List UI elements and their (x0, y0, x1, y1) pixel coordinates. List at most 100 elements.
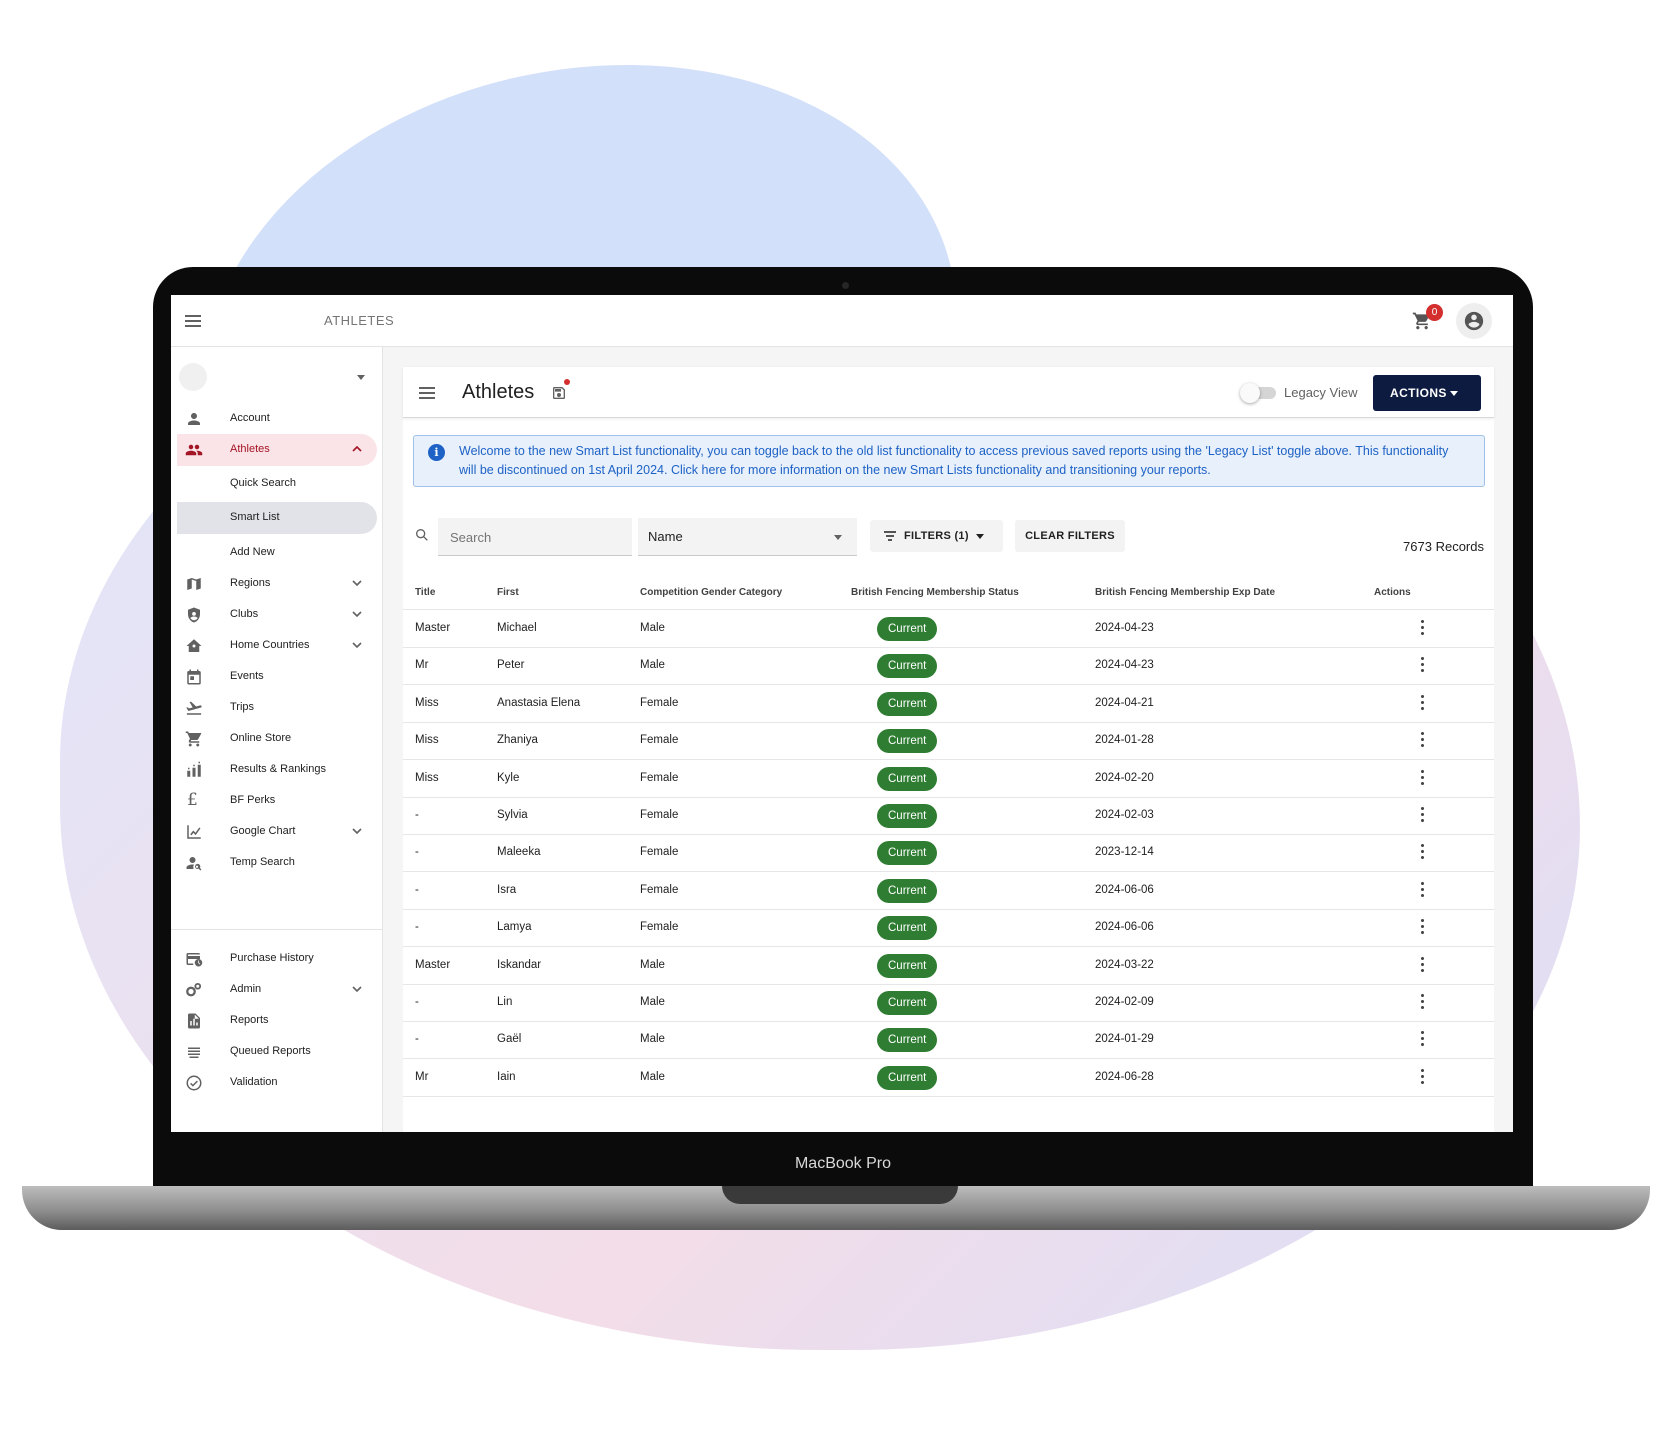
column-header-membership-status[interactable]: British Fencing Membership Status (851, 587, 1019, 598)
more-vert-icon[interactable] (1421, 1068, 1425, 1085)
sidebar-item-add-new[interactable]: Add New (177, 537, 377, 569)
user-menu-button[interactable] (1456, 303, 1492, 339)
chevron-down-icon[interactable] (357, 375, 365, 380)
status-badge: Current (877, 841, 938, 866)
column-header-membership-exp-date[interactable]: British Fencing Membership Exp Date (1095, 587, 1275, 598)
more-vert-icon[interactable] (1421, 694, 1425, 711)
search-field[interactable] (438, 518, 632, 556)
sidebar-item-account[interactable]: Account (177, 403, 377, 435)
table-row[interactable]: Master Michael Male Current 2024-04-23 (403, 610, 1494, 648)
more-vert-icon[interactable] (1421, 844, 1425, 860)
sidebar-item-temp-search[interactable]: Temp Search (177, 847, 377, 879)
table-row[interactable]: - Isra Female Current 2024-06-06 (403, 872, 1494, 910)
chevron-down-icon[interactable] (352, 826, 362, 836)
sidebar-item-label: Reports (230, 1014, 269, 1026)
sidebar-item-purchase-history[interactable]: Purchase History (177, 943, 377, 975)
sidebar-item-reports[interactable]: Reports (177, 1005, 377, 1037)
sidebar-item-bf-perks[interactable]: £ BF Perks (177, 785, 377, 817)
cell-exp-date: 2024-02-09 (1095, 996, 1154, 1008)
cell-first: Peter (497, 659, 525, 672)
sidebar-item-label: Trips (230, 701, 255, 713)
cell-gender-category: Male (640, 996, 665, 1008)
table-row[interactable]: - Lamya Female Current 2024-06-06 (403, 909, 1494, 948)
cell-first: Michael (497, 622, 537, 634)
column-header-title[interactable]: Title (415, 587, 435, 598)
clear-filters-button[interactable]: CLEAR FILTERS (1015, 520, 1125, 552)
history-icon (186, 953, 203, 967)
caret-down-icon (834, 535, 842, 540)
search-field-select[interactable]: Name (638, 518, 857, 556)
more-vert-icon[interactable] (1421, 994, 1425, 1010)
status-badge: Current (877, 878, 938, 903)
cell-exp-date: 2024-02-03 (1095, 809, 1154, 821)
sidebar-item-home-countries[interactable]: Home Countries (177, 630, 377, 662)
sidebar-item-google-chart[interactable]: Google Chart (177, 816, 377, 848)
actions-button-label: ACTIONS (1390, 386, 1447, 400)
status-badge: Current (877, 729, 938, 754)
more-vert-icon[interactable] (1421, 956, 1425, 973)
cell-first: Kyle (497, 771, 520, 784)
chevron-down-icon[interactable] (352, 609, 362, 619)
table-row[interactable]: - Lin Male Current 2024-02-09 (403, 984, 1494, 1022)
more-vert-icon[interactable] (1421, 881, 1425, 898)
map-icon (187, 578, 201, 590)
search-input[interactable] (448, 529, 622, 546)
sidebar-item-online-store[interactable]: Online Store (177, 723, 377, 755)
status-badge: Current (877, 916, 938, 941)
check-circle-icon (186, 1075, 202, 1091)
sidebar-item-regions[interactable]: Regions (177, 568, 377, 600)
list-menu-icon[interactable] (419, 387, 435, 399)
more-vert-icon[interactable] (1421, 732, 1425, 748)
more-vert-icon[interactable] (1421, 620, 1425, 636)
status-badge: Current (877, 1028, 938, 1053)
gears-icon (186, 982, 202, 997)
more-vert-icon[interactable] (1421, 807, 1425, 823)
column-header-gender-category[interactable]: Competition Gender Category (640, 587, 782, 598)
sidebar-item-athletes[interactable]: Athletes (177, 434, 377, 466)
more-vert-icon[interactable] (1421, 1031, 1425, 1047)
chevron-up-icon[interactable] (352, 444, 362, 454)
status-badge: Current (877, 766, 938, 791)
more-vert-icon[interactable] (1421, 657, 1425, 673)
chevron-down-icon[interactable] (352, 984, 362, 994)
legacy-view-toggle[interactable] (1240, 383, 1276, 403)
sidebar-item-quick-search[interactable]: Quick Search (177, 468, 377, 500)
chevron-down-icon[interactable] (352, 578, 362, 588)
cell-first: Lin (497, 996, 513, 1008)
sidebar-item-label: Home Countries (230, 639, 310, 651)
info-banner[interactable]: i Welcome to the new Smart List function… (413, 435, 1485, 487)
organisation-avatar[interactable] (179, 363, 207, 391)
sidebar-item-events[interactable]: Events (177, 661, 377, 693)
sidebar-item-trips[interactable]: Trips (177, 692, 377, 724)
status-badge: Current (877, 1065, 938, 1090)
table-row[interactable]: Master Iskandar Male Current 2024-03-22 (403, 947, 1494, 985)
table-row[interactable]: Miss Anastasia Elena Female Current 2024-04-… (403, 685, 1494, 723)
table-row[interactable]: Miss Kyle Female Current 2024-02-20 (403, 760, 1494, 798)
table-row[interactable]: - Sylvia Female Current 2024-02-03 (403, 797, 1494, 835)
cell-title: - (415, 883, 419, 896)
sidebar-item-clubs[interactable]: Clubs (177, 599, 377, 631)
table-row[interactable]: - Maleeka Female Current 2023-12-14 (403, 834, 1494, 873)
calendar-icon (187, 669, 201, 685)
actions-button[interactable]: ACTIONS (1373, 375, 1481, 411)
cell-gender-category: Female (640, 696, 679, 709)
cell-first: Lamya (497, 921, 532, 934)
table-row[interactable]: Mr Iain Male Current 2024-06-28 (403, 1059, 1494, 1097)
column-header-first[interactable]: First (497, 587, 519, 598)
sidebar: Account Athletes Quick Search Smart List… (171, 347, 383, 1132)
sidebar-item-admin[interactable]: Admin (177, 974, 377, 1006)
filters-button[interactable]: FILTERS (1) (870, 520, 1003, 552)
more-vert-icon[interactable] (1421, 769, 1425, 786)
table-row[interactable]: - Gaël Male Current 2024-01-29 (403, 1021, 1494, 1060)
status-badge: Current (877, 691, 938, 716)
sidebar-item-validation[interactable]: Validation (177, 1067, 377, 1099)
sidebar-item-smart-list[interactable]: Smart List (177, 502, 377, 534)
sidebar-item-queued-reports[interactable]: Queued Reports (177, 1036, 377, 1068)
chevron-down-icon[interactable] (352, 640, 362, 650)
save-icon[interactable] (551, 385, 567, 401)
more-vert-icon[interactable] (1421, 919, 1425, 935)
table-row[interactable]: Miss Zhaniya Female Current 2024-01-28 (403, 722, 1494, 761)
sidebar-item-results-rankings[interactable]: Results & Rankings (177, 754, 377, 786)
table-row[interactable]: Mr Peter Male Current 2024-04-23 (403, 647, 1494, 686)
menu-icon[interactable] (185, 315, 201, 327)
